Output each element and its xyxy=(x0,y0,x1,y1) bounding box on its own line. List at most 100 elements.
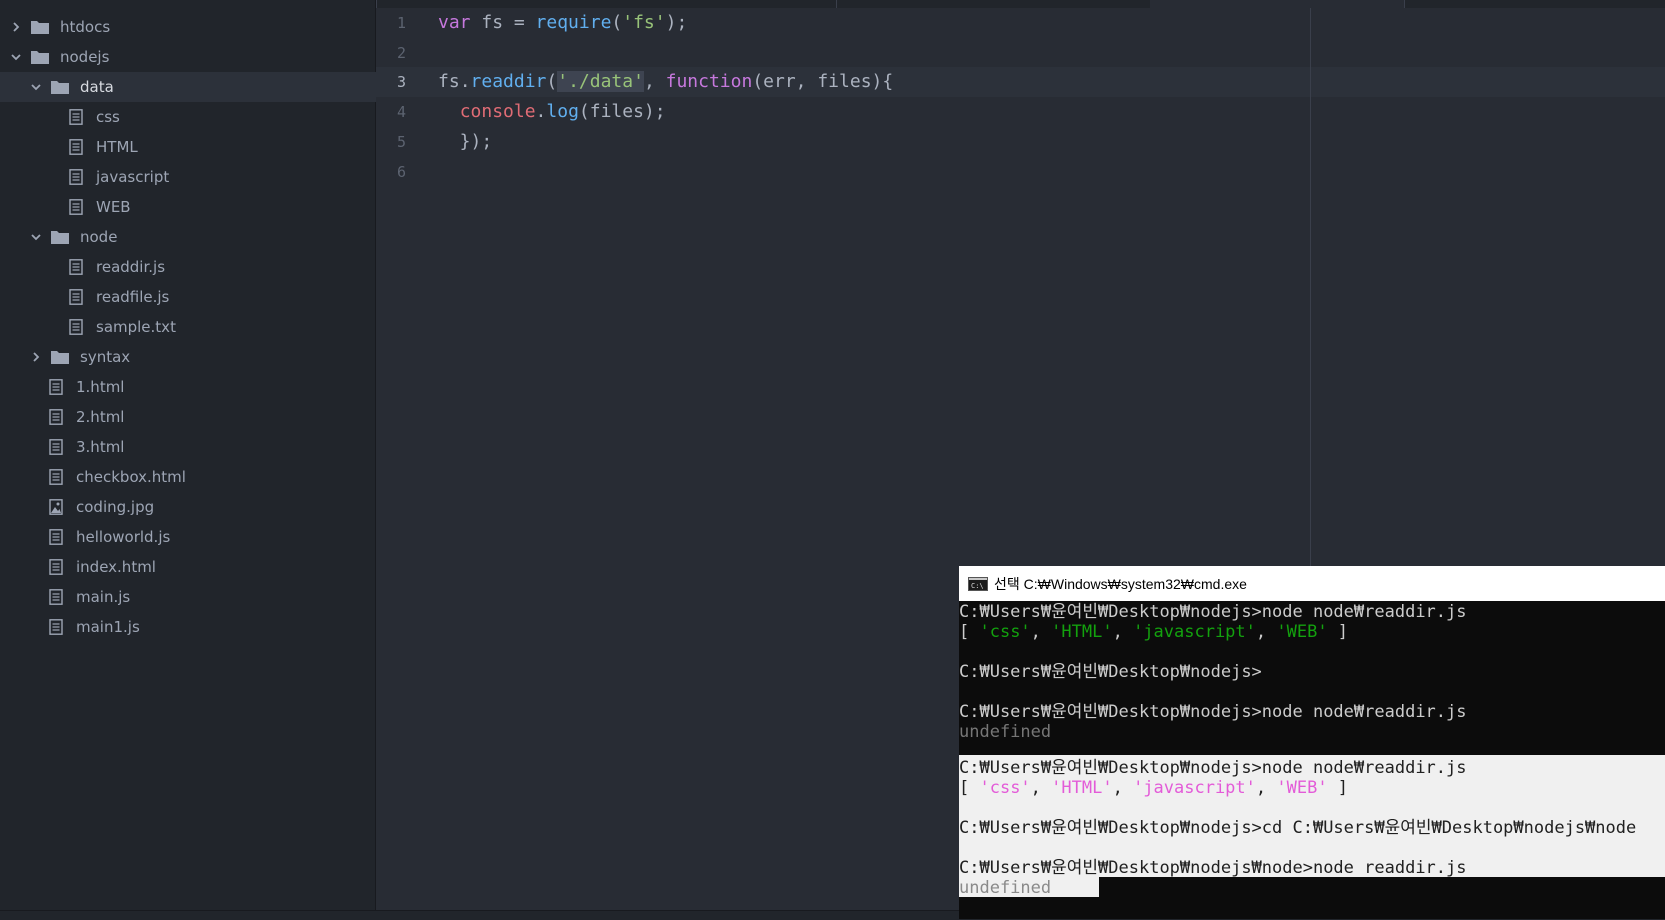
terminal-line: [ 'css', 'HTML', 'javascript', 'WEB' ] xyxy=(959,622,1348,642)
tree-item-label: 1.html xyxy=(76,378,125,396)
object-token: console xyxy=(459,101,536,122)
line-number: 4 xyxy=(396,103,406,121)
array-item: 'WEB' xyxy=(1276,622,1328,642)
code-line-5[interactable]: }); xyxy=(438,127,493,157)
tree-file-2-html[interactable]: 2.html xyxy=(0,402,421,432)
tree-item-label: readdir.js xyxy=(96,258,166,276)
tree-item-label: node xyxy=(80,228,118,246)
tree-file-readdir-js[interactable]: readdir.js xyxy=(0,252,441,282)
tree-item-label: index.html xyxy=(76,558,156,576)
function-token: require xyxy=(535,12,612,33)
array-item: 'WEB' xyxy=(1276,778,1328,798)
separator: , xyxy=(1112,778,1134,798)
terminal-line: C:₩Users₩윤여빈₩Desktop₩nodejs>cd C:₩Users₩… xyxy=(959,818,1637,838)
tree-folder-data[interactable]: data xyxy=(0,72,405,102)
file-text-icon xyxy=(66,139,86,155)
line-number: 5 xyxy=(396,133,406,151)
tree-file-sample-txt[interactable]: sample.txt xyxy=(0,312,441,342)
terminal-line: C:₩Users₩윤여빈₩Desktop₩nodejs>node node₩re… xyxy=(959,702,1467,722)
array-item: 'css' xyxy=(979,622,1031,642)
tree-file-readfile-js[interactable]: readfile.js xyxy=(0,282,441,312)
cmd-icon: C:\ xyxy=(968,576,988,591)
tree-item-label: syntax xyxy=(80,348,131,366)
punctuation-token: ( xyxy=(546,71,558,92)
tree-item-label: helloworld.js xyxy=(76,528,171,546)
chevron-down-icon[interactable] xyxy=(30,231,42,243)
punctuation-token: }); xyxy=(438,131,493,152)
identifier-token: fs xyxy=(438,71,460,92)
tree-item-label: css xyxy=(96,108,120,126)
keyword-token: var xyxy=(438,12,471,33)
chevron-right-icon[interactable] xyxy=(30,351,42,363)
tree-file-coding-jpg[interactable]: coding.jpg xyxy=(0,492,421,522)
file-text-icon xyxy=(46,589,66,605)
tree-folder-node[interactable]: node xyxy=(0,222,405,252)
cmd-window[interactable]: C:\ 선택 C:₩Windows₩system32₩cmd.exe C:₩Us… xyxy=(959,566,1665,919)
tab-active[interactable] xyxy=(1150,0,1404,8)
cmd-title-text: 선택 C:₩Windows₩system32₩cmd.exe xyxy=(994,575,1247,592)
tree-file-index-html[interactable]: index.html xyxy=(0,552,421,582)
svg-text:C:\: C:\ xyxy=(971,582,984,590)
folder-icon xyxy=(30,49,50,65)
method-token: log xyxy=(546,101,579,122)
terminal-line: undefined xyxy=(959,878,1052,898)
file-text-icon xyxy=(66,259,86,275)
punctuation-token: . xyxy=(535,101,547,122)
code-line-3[interactable]: fs.readdir('./data', function(err, files… xyxy=(438,67,893,97)
chevron-down-icon[interactable] xyxy=(10,51,22,63)
file-text-icon xyxy=(46,409,66,425)
file-text-icon xyxy=(66,289,86,305)
tree-item-label: nodejs xyxy=(60,48,110,66)
terminal-output[interactable]: C:₩Users₩윤여빈₩Desktop₩nodejs>node node₩re… xyxy=(959,602,1665,919)
cmd-title-bar[interactable]: C:\ 선택 C:₩Windows₩system32₩cmd.exe xyxy=(959,566,1665,601)
tree-file-3-html[interactable]: 3.html xyxy=(0,432,421,462)
terminal-line: C:₩Users₩윤여빈₩Desktop₩nodejs> xyxy=(959,662,1262,682)
chevron-right-icon[interactable] xyxy=(10,21,22,33)
tree-folder-syntax[interactable]: syntax xyxy=(0,342,405,372)
separator: , xyxy=(1030,622,1052,642)
params-token: (err, files){ xyxy=(752,71,894,92)
line-number-current: 3 xyxy=(396,73,406,91)
tree-item-label: 2.html xyxy=(76,408,125,426)
file-text-icon xyxy=(66,109,86,125)
tree-folder-htdocs[interactable]: htdocs xyxy=(0,12,385,42)
terminal-line: C:₩Users₩윤여빈₩Desktop₩nodejs₩node>node re… xyxy=(959,858,1467,878)
file-text-icon xyxy=(46,619,66,635)
punctuation-token: (files); xyxy=(578,101,666,122)
tree-file-web[interactable]: WEB xyxy=(0,192,441,222)
line-number: 2 xyxy=(396,44,406,62)
tree-file-1-html[interactable]: 1.html xyxy=(0,372,421,402)
tree-file-css[interactable]: css xyxy=(0,102,441,132)
tree-item-label: data xyxy=(80,78,114,96)
file-text-icon xyxy=(66,319,86,335)
tree-file-main1-js[interactable]: main1.js xyxy=(0,612,421,642)
separator: , xyxy=(1112,622,1134,642)
tree-item-label: coding.jpg xyxy=(76,498,155,516)
file-text-icon xyxy=(66,199,86,215)
chevron-down-icon[interactable] xyxy=(30,81,42,93)
separator: , xyxy=(1030,778,1052,798)
tree-item-label: 3.html xyxy=(76,438,125,456)
method-token: readdir xyxy=(470,71,547,92)
tree-item-label: htdocs xyxy=(60,18,111,36)
terminal-line: C:₩Users₩윤여빈₩Desktop₩nodejs>node node₩re… xyxy=(959,602,1467,622)
code-line-4[interactable]: console.log(files); xyxy=(438,97,666,127)
file-text-icon xyxy=(46,559,66,575)
tree-item-label: main1.js xyxy=(76,618,140,636)
tree-file-html[interactable]: HTML xyxy=(0,132,441,162)
keyword-token: function xyxy=(665,71,753,92)
tree-folder-nodejs[interactable]: nodejs xyxy=(0,42,385,72)
tree-file-helloworld-js[interactable]: helloworld.js xyxy=(0,522,421,552)
line-number: 1 xyxy=(396,14,406,32)
code-line-1[interactable]: var fs = require('fs'); xyxy=(438,8,687,38)
tree-item-label: checkbox.html xyxy=(76,468,186,486)
tree-item-label: sample.txt xyxy=(96,318,176,336)
tree-file-javascript[interactable]: javascript xyxy=(0,162,441,192)
tree-file-main-js[interactable]: main.js xyxy=(0,582,421,612)
line-number: 6 xyxy=(396,163,406,181)
bracket: [ xyxy=(959,778,980,798)
tree-file-checkbox-html[interactable]: checkbox.html xyxy=(0,462,421,492)
terminal-line: undefined xyxy=(959,722,1052,742)
tree-item-label: HTML xyxy=(96,138,138,156)
